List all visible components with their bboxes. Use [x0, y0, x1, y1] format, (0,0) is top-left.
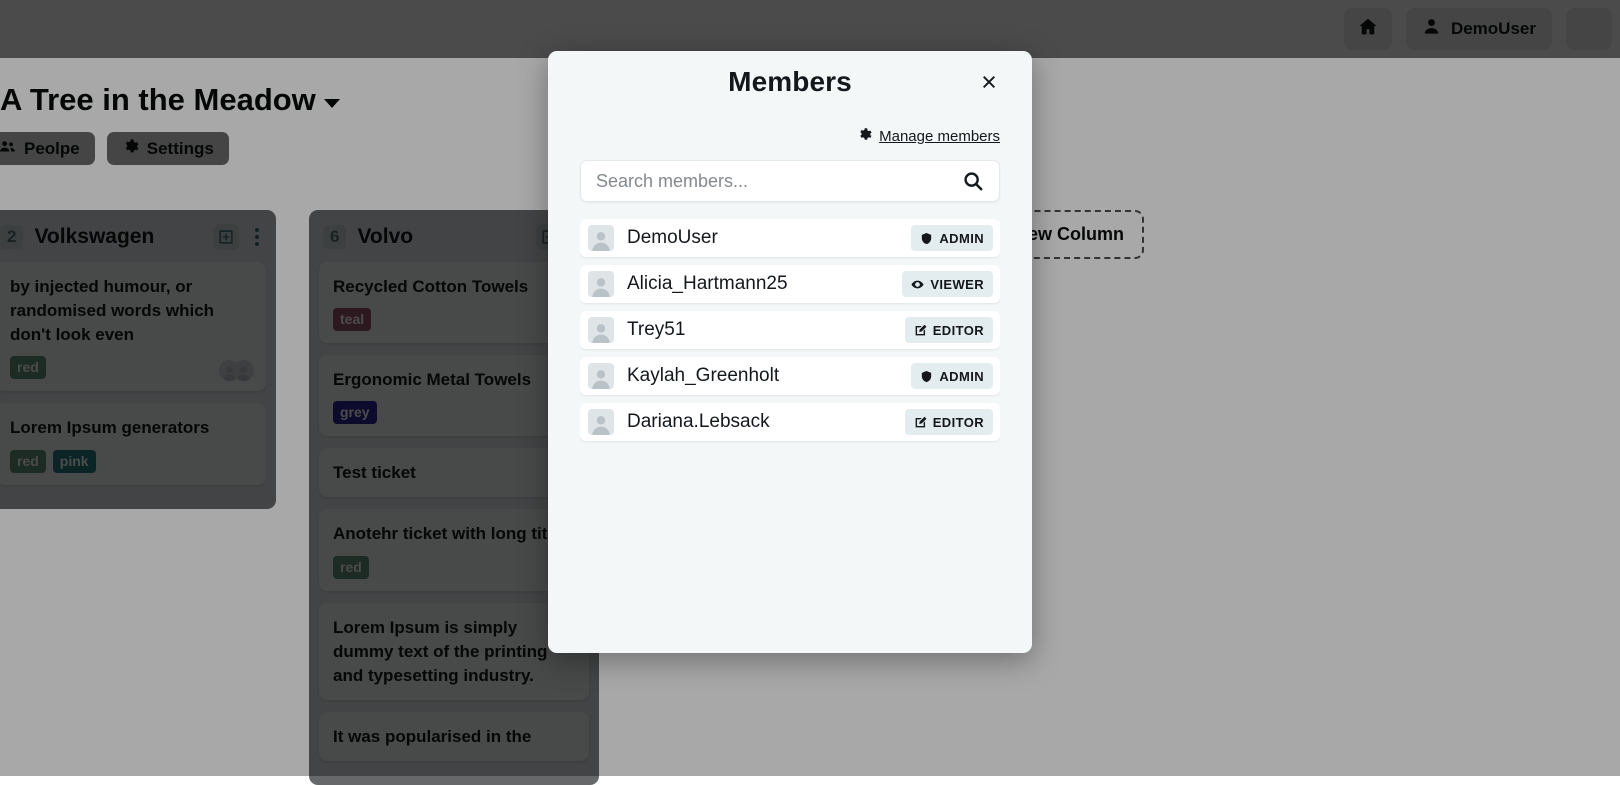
role-badge[interactable]: EDITOR: [905, 409, 993, 435]
member-name: Alicia_Hartmann25: [627, 273, 902, 295]
member-name: Dariana.Lebsack: [627, 411, 905, 433]
avatar: [588, 363, 614, 389]
search-icon[interactable]: [960, 170, 986, 192]
member-list-item[interactable]: Dariana.Lebsack EDITOR: [580, 403, 1000, 441]
close-icon[interactable]: ×: [974, 67, 1004, 97]
member-list: DemoUser ADMIN Alicia_Hartmann25 VIEWER Trey…: [580, 219, 1000, 653]
pencil-square-icon: [914, 324, 927, 337]
pencil-square-icon: [914, 416, 927, 429]
search-input[interactable]: [596, 171, 960, 192]
eye-icon: [911, 278, 924, 291]
manage-members-row[interactable]: Manage members: [580, 127, 1000, 146]
role-label: ADMIN: [939, 231, 984, 246]
avatar: [588, 317, 614, 343]
role-badge[interactable]: ADMIN: [911, 225, 993, 251]
modal-title: Members: [728, 66, 852, 98]
member-list-item[interactable]: Alicia_Hartmann25 VIEWER: [580, 265, 1000, 303]
gear-icon: [857, 127, 872, 146]
role-badge[interactable]: EDITOR: [905, 317, 993, 343]
avatar: [588, 271, 614, 297]
member-name: DemoUser: [627, 227, 911, 249]
search-bar: [580, 160, 1000, 202]
avatar: [588, 409, 614, 435]
shield-icon: [920, 232, 933, 245]
role-label: EDITOR: [933, 323, 984, 338]
members-modal: Members × Manage members DemoUser ADMIN Al…: [548, 51, 1032, 653]
member-list-item[interactable]: Trey51 EDITOR: [580, 311, 1000, 349]
manage-members-link[interactable]: Manage members: [879, 128, 1000, 145]
role-label: VIEWER: [930, 277, 984, 292]
member-list-item[interactable]: DemoUser ADMIN: [580, 219, 1000, 257]
modal-header: Members ×: [580, 51, 1000, 113]
member-name: Trey51: [627, 319, 905, 341]
member-name: Kaylah_Greenholt: [627, 365, 911, 387]
role-badge[interactable]: ADMIN: [911, 363, 993, 389]
role-label: EDITOR: [933, 415, 984, 430]
role-label: ADMIN: [939, 369, 984, 384]
member-list-item[interactable]: Kaylah_Greenholt ADMIN: [580, 357, 1000, 395]
shield-icon: [920, 370, 933, 383]
role-badge[interactable]: VIEWER: [902, 271, 993, 297]
avatar: [588, 225, 614, 251]
